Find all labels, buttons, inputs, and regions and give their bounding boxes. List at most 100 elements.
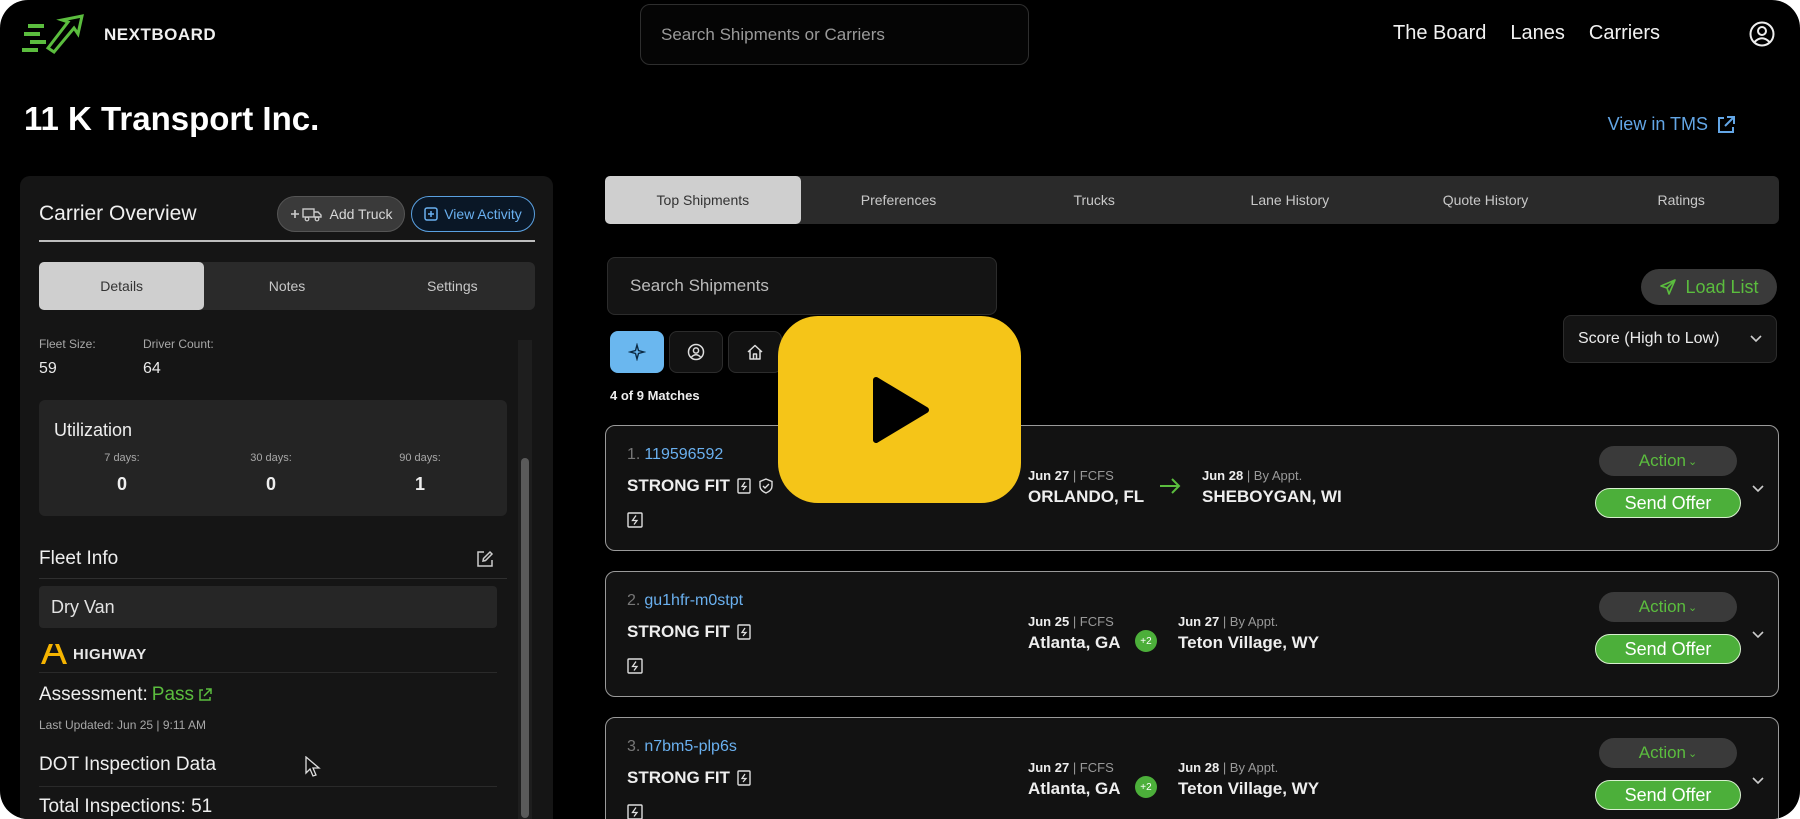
- filter-ai-match-button[interactable]: [610, 331, 664, 373]
- assessment-status[interactable]: Pass: [152, 684, 194, 706]
- mouse-cursor-icon: [305, 756, 321, 777]
- global-search-input[interactable]: Search Shipments or Carriers: [640, 4, 1029, 65]
- chevron-down-icon: [1750, 335, 1762, 343]
- assessment-last-updated: Last Updated: Jun 25 | 9:11 AM: [39, 718, 207, 732]
- add-truck-icon: [291, 208, 323, 222]
- edit-icon[interactable]: [476, 550, 494, 568]
- carrier-overview-title: Carrier Overview: [39, 202, 197, 225]
- overview-tabs: Details Notes Settings: [39, 262, 535, 310]
- tab-trucks[interactable]: Trucks: [996, 176, 1192, 224]
- chevron-down-icon: ⌄: [1688, 601, 1698, 614]
- shipment-carrier-row: STRONG FIT: [627, 622, 752, 642]
- logo-arrow-icon: [22, 14, 84, 54]
- shipment-carrier-row: STRONG FIT: [627, 476, 774, 496]
- delivery-date: Jun 27: [1178, 614, 1220, 629]
- chevron-down-icon[interactable]: [1751, 630, 1765, 640]
- view-in-tms-link[interactable]: View in TMS: [1608, 114, 1736, 135]
- tab-details[interactable]: Details: [39, 262, 205, 310]
- tab-ratings[interactable]: Ratings: [1583, 176, 1779, 224]
- action-dropdown-button[interactable]: Action ⌄: [1599, 446, 1737, 476]
- pickup-info: Jun 27 | FCFS Atlanta, GA: [1028, 760, 1121, 799]
- utilization-label: 30 days:: [250, 452, 292, 464]
- load-list-label: Load List: [1685, 276, 1759, 297]
- tab-quote-history[interactable]: Quote History: [1388, 176, 1584, 224]
- tab-top-shipments[interactable]: Top Shipments: [605, 176, 801, 224]
- driver-count-label: Driver Count:: [143, 337, 214, 351]
- panel-scrollbar-thumb[interactable]: [521, 458, 529, 818]
- shipment-id-link[interactable]: 2. gu1hfr-m0stpt: [627, 592, 743, 610]
- carrier-name-title: 11 K Transport Inc.: [24, 100, 320, 137]
- delivery-type: | By Appt.: [1222, 614, 1279, 629]
- send-offer-button[interactable]: Send Offer: [1595, 488, 1741, 518]
- action-dropdown-button[interactable]: Action ⌄: [1599, 738, 1737, 768]
- action-label: Action: [1638, 743, 1687, 762]
- tab-lane-history[interactable]: Lane History: [1192, 176, 1388, 224]
- brand-name: NEXTBOARD: [104, 25, 217, 44]
- filter-carrier-button[interactable]: [669, 331, 723, 373]
- pickup-info: Jun 27 | FCFS ORLANDO, FL: [1028, 468, 1144, 507]
- shipment-id: n7bm5-plp6s: [644, 738, 737, 755]
- view-tms-label: View in TMS: [1607, 114, 1708, 134]
- pickup-type: | FCFS: [1072, 468, 1114, 483]
- sort-select[interactable]: Score (High to Low): [1563, 315, 1777, 363]
- pickup-type: | FCFS: [1072, 614, 1114, 629]
- shipment-search-placeholder: Search Shipments: [630, 276, 769, 295]
- send-offer-button[interactable]: Send Offer: [1595, 634, 1741, 664]
- action-dropdown-button[interactable]: Action ⌄: [1599, 592, 1737, 622]
- shipment-card[interactable]: 2. gu1hfr-m0stpt STRONG FIT Jun 25 | FCFS…: [605, 571, 1779, 697]
- highway-divider: [39, 672, 497, 673]
- nav-the-board[interactable]: The Board: [1393, 22, 1486, 45]
- user-circle-icon: [687, 343, 705, 361]
- view-activity-button[interactable]: View Activity: [411, 196, 535, 232]
- stops-badge: +2: [1135, 630, 1157, 652]
- shipment-rank: 2.: [627, 592, 641, 609]
- delivery-date: Jun 28: [1178, 760, 1220, 775]
- delivery-city: SHEBOYGAN, WI: [1202, 487, 1342, 506]
- tab-preferences[interactable]: Preferences: [801, 176, 997, 224]
- delivery-city: Teton Village, WY: [1178, 779, 1320, 798]
- chevron-down-icon[interactable]: [1751, 484, 1765, 494]
- shipment-rank: 3.: [627, 738, 641, 755]
- add-truck-label: Add Truck: [329, 206, 393, 222]
- stops-badge: +2: [1135, 776, 1157, 798]
- pickup-city: Atlanta, GA: [1028, 779, 1121, 798]
- brand-logo[interactable]: NEXTBOARD: [20, 12, 216, 58]
- tab-settings[interactable]: Settings: [370, 262, 535, 310]
- send-icon: [1660, 279, 1677, 295]
- external-link-icon: [1718, 115, 1735, 133]
- top-nav: The Board Lanes Carriers: [1393, 22, 1660, 45]
- tab-notes[interactable]: Notes: [204, 262, 369, 310]
- lightning-doc-icon: [627, 804, 643, 819]
- delivery-type: | By Appt.: [1246, 468, 1303, 483]
- shipment-carrier: STRONG FIT: [627, 768, 730, 787]
- delivery-type: | By Appt.: [1222, 760, 1279, 775]
- user-profile-icon[interactable]: [1748, 20, 1776, 48]
- fleet-size-value: 59: [39, 360, 57, 377]
- shipment-id-link[interactable]: 1. 119596592: [627, 446, 723, 464]
- send-offer-button[interactable]: Send Offer: [1595, 780, 1741, 810]
- fleet-info-divider: [39, 578, 507, 579]
- action-label: Action: [1638, 597, 1687, 616]
- load-list-button[interactable]: Load List: [1641, 269, 1777, 305]
- video-play-button[interactable]: [778, 316, 1021, 503]
- assessment-label: Assessment:: [39, 684, 148, 705]
- delivery-city: Teton Village, WY: [1178, 633, 1320, 652]
- overview-divider: [39, 240, 535, 242]
- add-truck-button[interactable]: Add Truck: [277, 196, 405, 232]
- nav-carriers[interactable]: Carriers: [1589, 22, 1660, 45]
- external-link-icon[interactable]: [198, 688, 212, 702]
- chevron-down-icon: ⌄: [1688, 747, 1698, 760]
- shipment-card[interactable]: 3. n7bm5-plp6s STRONG FIT Jun 27 | FCFS A…: [605, 717, 1779, 819]
- shipment-search-input[interactable]: Search Shipments: [607, 257, 997, 315]
- filter-home-button[interactable]: [728, 331, 782, 373]
- shipment-carrier: STRONG FIT: [627, 622, 730, 641]
- pickup-type: | FCFS: [1072, 760, 1114, 775]
- shipment-id-link[interactable]: 3. n7bm5-plp6s: [627, 738, 737, 756]
- delivery-info: Jun 27 | By Appt. Teton Village, WY: [1178, 614, 1319, 653]
- shipment-carrier: STRONG FIT: [627, 476, 730, 495]
- nav-lanes[interactable]: Lanes: [1510, 22, 1565, 45]
- activity-icon: [424, 207, 438, 221]
- utilization-label: 7 days:: [104, 452, 140, 464]
- chevron-down-icon[interactable]: [1751, 776, 1765, 786]
- utilization-value: 1: [414, 474, 425, 494]
